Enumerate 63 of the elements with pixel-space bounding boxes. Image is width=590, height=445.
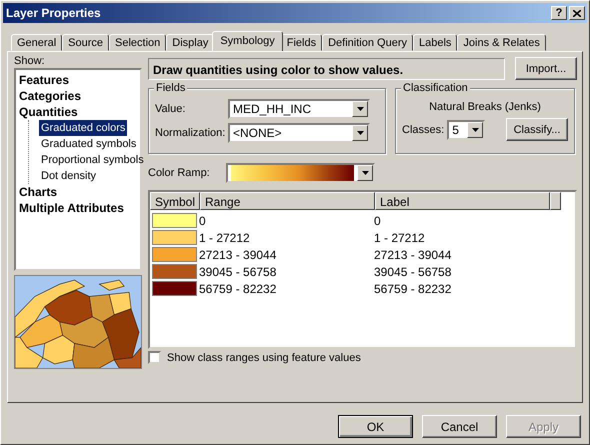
dialog-button[interactable]: Cancel [422,415,497,438]
table-cell-text: 1 - 27212 [199,230,251,244]
color-swatch[interactable] [152,213,197,228]
tab[interactable]: Symbology [212,31,283,51]
window-title: Layer Properties [6,6,102,20]
color-ramp-dropdown[interactable] [226,163,375,183]
table-cell-text: 39045 - 56758 [199,264,278,278]
tab[interactable]: Definition Query [322,34,413,51]
column-header[interactable]: Symbol [150,192,200,210]
show-label: Show: [14,55,46,67]
normalization-dropdown[interactable]: <NONE> [228,123,370,143]
color-swatch[interactable] [152,247,197,262]
table-cell-text: 0 [199,214,207,228]
color-swatch[interactable] [152,264,197,279]
help-button[interactable]: ? [551,6,567,20]
tree-item[interactable]: Graduated symbols [39,136,138,152]
color-ramp-label: Color Ramp: [148,167,211,179]
value-dropdown[interactable]: MED_HH_INC [228,99,370,119]
tab[interactable]: Selection [109,34,166,51]
column-header[interactable]: Range [200,192,375,210]
table-cell: 56759 - 82232 [374,282,452,296]
field-label: Normalization: [155,127,226,139]
group-title: Fields [154,82,188,94]
table-cell-text: 27213 - 39044 [199,248,278,262]
field-label: Value: [155,103,186,115]
color-swatch[interactable] [152,230,197,245]
tree-item[interactable]: Dot density [39,168,98,184]
caret-icon [356,107,364,111]
tab[interactable]: Joins & Relates [457,34,546,51]
close-icon [573,10,581,16]
checkbox[interactable] [148,351,161,364]
close-button[interactable] [569,6,585,20]
table-cell: 39045 - 56758 [374,264,452,278]
table-cell: 1 - 27212 [374,230,425,244]
tree-item[interactable]: Graduated colors [39,120,128,136]
tree-item[interactable]: Features [18,72,70,88]
caret-icon [472,128,479,132]
checkbox-label: Show class ranges using feature values [167,352,361,364]
tab[interactable]: Source [62,34,109,51]
table-cell-text: 56759 - 82232 [199,282,278,296]
classify-button[interactable]: Classify... [506,118,568,141]
caret-icon [362,171,368,175]
dialog-button[interactable]: OK [338,415,413,438]
tree-item[interactable]: Proportional symbols [39,152,146,168]
tree-item[interactable]: Quantities [18,104,79,120]
column-header[interactable]: Label [375,192,550,210]
table-cell: 0 [374,214,381,228]
method-text: Natural Breaks (Jenks) [429,101,541,113]
field-label: Classes: [402,124,444,136]
tab[interactable]: General [11,34,62,51]
tree-item[interactable]: Multiple Attributes [18,200,125,216]
caret-icon [356,131,364,135]
tree-item[interactable]: Charts [18,184,58,200]
description-text: Draw quantities using color to show values. [148,58,505,80]
tab[interactable]: Labels [412,34,458,51]
classes-dropdown[interactable]: 5 [447,120,486,140]
color-swatch[interactable] [152,281,197,296]
tab[interactable]: Display [166,34,214,51]
tree-item[interactable]: Categories [18,88,82,104]
table-cell: 27213 - 39044 [374,248,452,262]
tab[interactable]: Fields [280,34,322,51]
import-button[interactable]: Import... [515,57,577,80]
group-title: Classification [401,82,470,94]
